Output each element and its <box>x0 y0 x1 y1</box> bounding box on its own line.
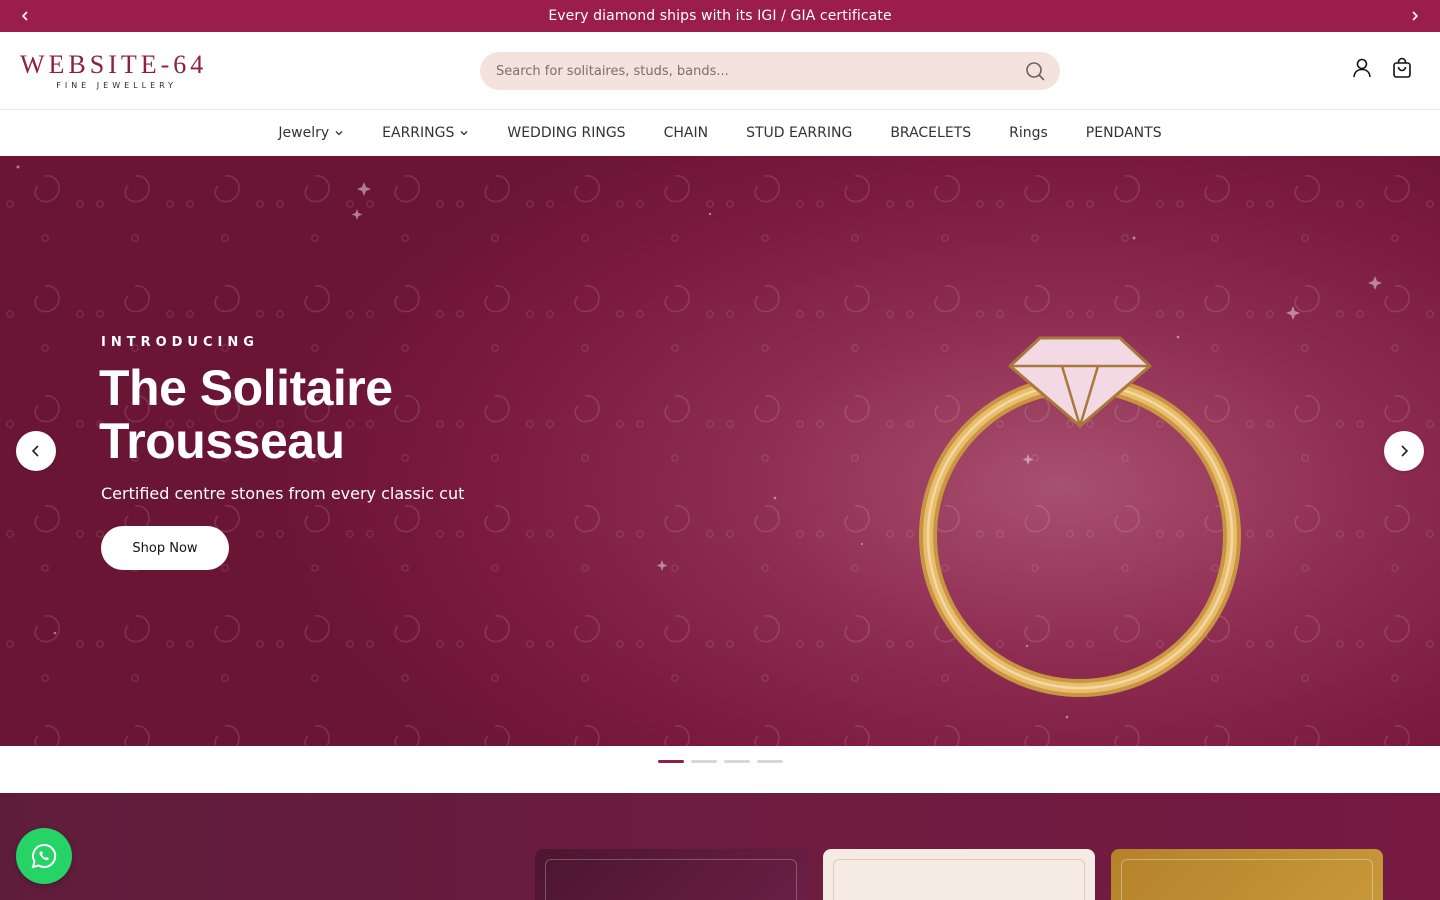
collection-card[interactable] <box>823 849 1095 900</box>
nav-item-label: BRACELETS <box>890 125 972 141</box>
search-button[interactable] <box>1024 60 1046 82</box>
hero-eyebrow: INTRODUCING <box>101 335 259 350</box>
main-nav: Jewelry EARRINGS WEDDING RINGS CHAIN STU… <box>0 110 1440 156</box>
announcement-next-button[interactable] <box>1399 0 1431 32</box>
search-bar <box>480 52 1060 90</box>
nav-item-label: EARRINGS <box>382 125 455 141</box>
card-frame <box>1121 859 1373 900</box>
nav-item-label: Rings <box>1009 125 1048 141</box>
chevron-right-icon <box>1401 445 1409 457</box>
logo-wordmark: WEBSITE-64 <box>20 50 208 79</box>
account-button[interactable] <box>1350 56 1374 80</box>
chevron-right-icon <box>1412 11 1419 21</box>
slide-dot-4[interactable] <box>756 760 783 763</box>
slide-dot-3[interactable] <box>723 760 750 763</box>
slide-dot-2[interactable] <box>690 760 717 763</box>
announcement-text: Every diamond ships with its IGI / GIA c… <box>548 8 892 24</box>
account-icon <box>1353 58 1371 78</box>
nav-item-stud-earring[interactable]: STUD EARRING <box>746 125 852 141</box>
nav-item-label: STUD EARRING <box>746 125 853 141</box>
chevron-left-icon <box>21 11 28 21</box>
site-header: WEBSITE-64 FINE JEWELLERY <box>0 32 1440 110</box>
nav-item-chain[interactable]: CHAIN <box>664 125 708 141</box>
nav-item-bracelets[interactable]: BRACELETS <box>890 125 971 141</box>
hero-next-button[interactable] <box>1384 431 1424 471</box>
slider-pagination <box>0 746 1440 793</box>
card-frame <box>545 859 797 900</box>
slide-dot-1[interactable] <box>657 760 684 763</box>
logo-tagline: FINE JEWELLERY <box>56 81 178 90</box>
hero-title: The Solitaire Trousseau <box>99 360 393 469</box>
site-logo[interactable]: WEBSITE-64 FINE JEWELLERY <box>20 50 208 91</box>
whatsapp-button[interactable] <box>16 828 72 884</box>
announcement-bar: Every diamond ships with its IGI / GIA c… <box>0 0 1440 32</box>
collection-card[interactable] <box>535 849 807 900</box>
announcement-prev-button[interactable] <box>9 0 41 32</box>
shop-now-button[interactable]: Shop Now <box>101 526 229 570</box>
search-input[interactable] <box>496 52 1016 90</box>
chevron-down-icon <box>460 131 468 136</box>
collection-card[interactable] <box>1111 849 1383 900</box>
search-icon <box>1026 62 1045 81</box>
hero-prev-button[interactable] <box>16 431 56 471</box>
solitaire-ring-illustration <box>919 336 1241 697</box>
card-frame <box>833 859 1085 900</box>
cart-icon <box>1393 57 1411 78</box>
whatsapp-icon <box>31 843 57 869</box>
hero-subtitle: Certified centre stones from every class… <box>101 484 465 503</box>
nav-item-label: WEDDING RINGS <box>507 125 626 141</box>
nav-item-earrings[interactable]: EARRINGS <box>382 125 469 141</box>
nav-item-pendants[interactable]: PENDANTS <box>1086 125 1162 141</box>
chevron-left-icon <box>31 445 39 457</box>
nav-item-label: CHAIN <box>663 125 709 141</box>
collections-section <box>0 793 1440 900</box>
nav-item-wedding-rings[interactable]: WEDDING RINGS <box>507 125 625 141</box>
nav-item-rings[interactable]: Rings <box>1009 125 1048 141</box>
chevron-down-icon <box>335 131 343 136</box>
nav-item-label: PENDANTS <box>1085 125 1162 141</box>
hero-banner: INTRODUCING The Solitaire Trousseau Cert… <box>0 156 1440 746</box>
nav-item-label: Jewelry <box>278 125 330 141</box>
nav-item-jewelry[interactable]: Jewelry <box>278 125 344 141</box>
cart-button[interactable] <box>1390 56 1414 80</box>
